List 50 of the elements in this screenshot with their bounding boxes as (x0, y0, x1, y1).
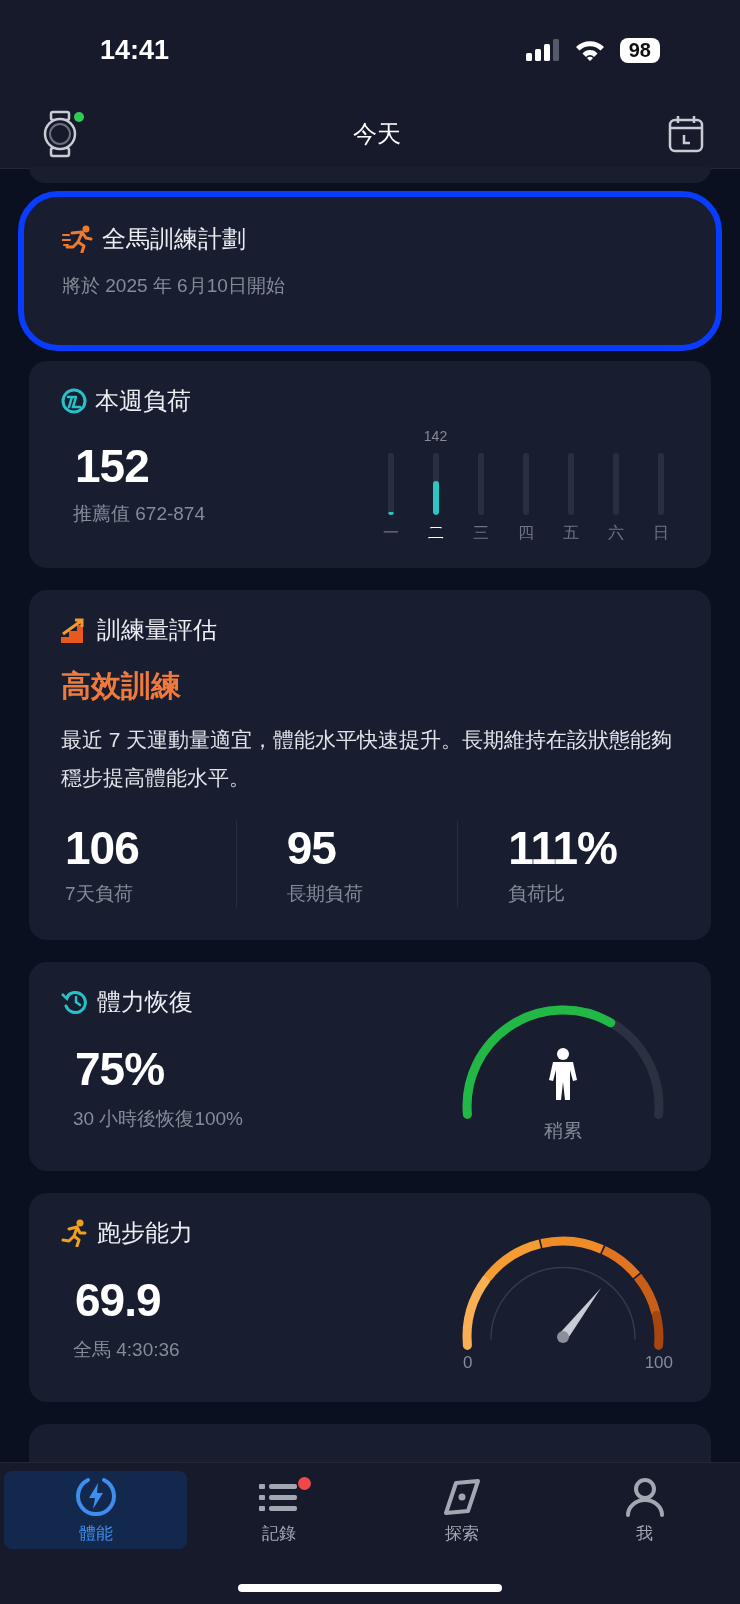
person-icon (546, 1048, 580, 1102)
weekday-label[interactable]: 四 (517, 523, 534, 544)
weekday-label[interactable]: 六 (607, 523, 624, 544)
weekday-label[interactable]: 五 (562, 523, 579, 544)
tab-bar-item[interactable]: 記錄 (187, 1471, 370, 1549)
stat-value: 106 (65, 821, 140, 875)
training-plan-card[interactable]: 全馬訓練計劃 將於 2025 年 6月10日開始 (18, 191, 722, 351)
weekday-label[interactable]: 二 (427, 523, 444, 544)
stat-label: 7天負荷 (65, 882, 134, 906)
battery-indicator: 98 (619, 37, 660, 63)
recovery-note: 30 小時後恢復100% (73, 1107, 243, 1131)
gauge-min-label: 0 (463, 1353, 473, 1373)
weekday-label[interactable]: 日 (652, 523, 669, 544)
card-title: 本週負荷 (95, 386, 191, 416)
recovery-value: 75% (75, 1042, 166, 1096)
card-title: 跑步能力 (97, 1218, 193, 1248)
profile-icon (624, 1476, 665, 1517)
stat-label: 長期負荷 (286, 882, 364, 906)
weekday-label[interactable]: 一 (382, 523, 399, 544)
runner-icon (61, 1219, 89, 1247)
calendar-icon[interactable] (668, 115, 704, 153)
tab-bar-item[interactable]: 探索 (370, 1471, 553, 1549)
weekday-label[interactable]: 三 (472, 523, 489, 544)
plan-start-date: 將於 2025 年 6月10日開始 (62, 274, 286, 298)
card-title: 全馬訓練計劃 (102, 224, 246, 254)
gauge-max-label: 100 (644, 1353, 673, 1373)
status-time: 14:41 (100, 34, 170, 66)
bar-value: 142 (423, 428, 448, 445)
load-icon (61, 388, 87, 414)
recovery-status: 稍累 (543, 1119, 583, 1143)
page-title: 今天 (353, 119, 401, 149)
stat-value: 95 (286, 821, 337, 875)
recommended-range: 推薦值 672-874 (73, 502, 205, 526)
tab-bar-item[interactable]: 我 (553, 1471, 736, 1549)
runner-icon (62, 225, 94, 253)
running-ability-value: 69.9 (75, 1273, 162, 1327)
stat-value: 111% (508, 821, 618, 875)
card-title: 體力恢復 (97, 987, 193, 1017)
load-bar (387, 453, 394, 515)
compass-icon (441, 1476, 482, 1517)
stat-label: 負荷比 (508, 882, 567, 906)
tab-bar-item[interactable]: 體能 (4, 1471, 187, 1549)
load-bar (432, 453, 439, 515)
assessment-description: 最近 7 天運動量適宜，體能水平快速提升。長期維持在該狀態能夠穩步提高體能水平。 (61, 727, 674, 791)
signal-icon (525, 39, 560, 61)
recovery-icon (61, 989, 89, 1015)
assessment-status: 高效訓練 (61, 668, 182, 704)
marathon-time: 全馬 4:30:36 (73, 1338, 181, 1362)
card-title: 訓練量評估 (97, 615, 217, 645)
weekly-load-value: 152 (75, 439, 150, 493)
